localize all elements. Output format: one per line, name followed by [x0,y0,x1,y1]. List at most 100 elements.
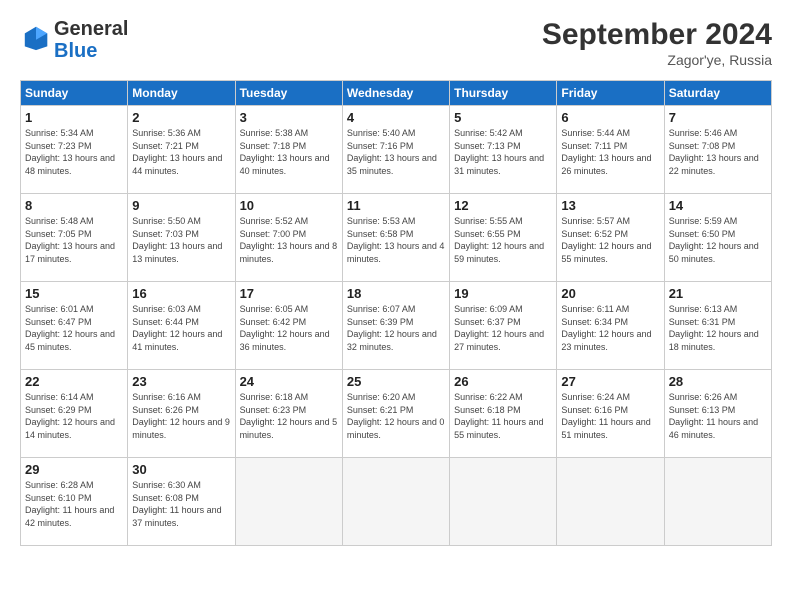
cell-info: Sunrise: 6:28 AMSunset: 6:10 PMDaylight:… [25,479,123,529]
header-tuesday: Tuesday [235,81,342,106]
table-row [342,458,449,546]
day-number: 14 [669,198,767,213]
cell-info: Sunrise: 5:38 AMSunset: 7:18 PMDaylight:… [240,127,338,177]
cell-info: Sunrise: 6:26 AMSunset: 6:13 PMDaylight:… [669,391,767,441]
table-row: 24 Sunrise: 6:18 AMSunset: 6:23 PMDaylig… [235,370,342,458]
table-row: 21 Sunrise: 6:13 AMSunset: 6:31 PMDaylig… [664,282,771,370]
cell-info: Sunrise: 6:14 AMSunset: 6:29 PMDaylight:… [25,391,123,441]
cell-info: Sunrise: 6:07 AMSunset: 6:39 PMDaylight:… [347,303,445,353]
day-number: 1 [25,110,123,125]
day-number: 3 [240,110,338,125]
table-row: 29 Sunrise: 6:28 AMSunset: 6:10 PMDaylig… [21,458,128,546]
header: General Blue September 2024 Zagor'ye, Ru… [20,18,772,68]
calendar-week-row: 22 Sunrise: 6:14 AMSunset: 6:29 PMDaylig… [21,370,772,458]
logo-general-text: General [54,18,128,40]
cell-info: Sunrise: 6:18 AMSunset: 6:23 PMDaylight:… [240,391,338,441]
title-block: September 2024 Zagor'ye, Russia [542,18,772,68]
calendar-week-row: 15 Sunrise: 6:01 AMSunset: 6:47 PMDaylig… [21,282,772,370]
cell-info: Sunrise: 5:57 AMSunset: 6:52 PMDaylight:… [561,215,659,265]
table-row: 2 Sunrise: 5:36 AMSunset: 7:21 PMDayligh… [128,106,235,194]
day-number: 2 [132,110,230,125]
cell-info: Sunrise: 5:44 AMSunset: 7:11 PMDaylight:… [561,127,659,177]
table-row: 5 Sunrise: 5:42 AMSunset: 7:13 PMDayligh… [450,106,557,194]
table-row: 3 Sunrise: 5:38 AMSunset: 7:18 PMDayligh… [235,106,342,194]
cell-info: Sunrise: 5:59 AMSunset: 6:50 PMDaylight:… [669,215,767,265]
calendar: Sunday Monday Tuesday Wednesday Thursday… [20,80,772,546]
table-row: 9 Sunrise: 5:50 AMSunset: 7:03 PMDayligh… [128,194,235,282]
header-sunday: Sunday [21,81,128,106]
header-thursday: Thursday [450,81,557,106]
calendar-header-row: Sunday Monday Tuesday Wednesday Thursday… [21,81,772,106]
day-number: 20 [561,286,659,301]
day-number: 10 [240,198,338,213]
header-friday: Friday [557,81,664,106]
table-row [557,458,664,546]
cell-info: Sunrise: 5:40 AMSunset: 7:16 PMDaylight:… [347,127,445,177]
table-row: 12 Sunrise: 5:55 AMSunset: 6:55 PMDaylig… [450,194,557,282]
day-number: 19 [454,286,552,301]
table-row: 13 Sunrise: 5:57 AMSunset: 6:52 PMDaylig… [557,194,664,282]
logo-blue-text: Blue [54,40,97,62]
calendar-week-row: 8 Sunrise: 5:48 AMSunset: 7:05 PMDayligh… [21,194,772,282]
cell-info: Sunrise: 6:01 AMSunset: 6:47 PMDaylight:… [25,303,123,353]
day-number: 25 [347,374,445,389]
header-saturday: Saturday [664,81,771,106]
table-row: 28 Sunrise: 6:26 AMSunset: 6:13 PMDaylig… [664,370,771,458]
day-number: 13 [561,198,659,213]
cell-info: Sunrise: 6:11 AMSunset: 6:34 PMDaylight:… [561,303,659,353]
cell-info: Sunrise: 6:24 AMSunset: 6:16 PMDaylight:… [561,391,659,441]
table-row [450,458,557,546]
table-row: 4 Sunrise: 5:40 AMSunset: 7:16 PMDayligh… [342,106,449,194]
cell-info: Sunrise: 6:30 AMSunset: 6:08 PMDaylight:… [132,479,230,529]
cell-info: Sunrise: 5:42 AMSunset: 7:13 PMDaylight:… [454,127,552,177]
cell-info: Sunrise: 6:05 AMSunset: 6:42 PMDaylight:… [240,303,338,353]
table-row: 20 Sunrise: 6:11 AMSunset: 6:34 PMDaylig… [557,282,664,370]
day-number: 26 [454,374,552,389]
calendar-week-row: 29 Sunrise: 6:28 AMSunset: 6:10 PMDaylig… [21,458,772,546]
cell-info: Sunrise: 5:52 AMSunset: 7:00 PMDaylight:… [240,215,338,265]
day-number: 28 [669,374,767,389]
table-row: 30 Sunrise: 6:30 AMSunset: 6:08 PMDaylig… [128,458,235,546]
day-number: 12 [454,198,552,213]
day-number: 5 [454,110,552,125]
cell-info: Sunrise: 6:16 AMSunset: 6:26 PMDaylight:… [132,391,230,441]
table-row: 6 Sunrise: 5:44 AMSunset: 7:11 PMDayligh… [557,106,664,194]
day-number: 23 [132,374,230,389]
day-number: 9 [132,198,230,213]
day-number: 29 [25,462,123,477]
header-monday: Monday [128,81,235,106]
table-row: 15 Sunrise: 6:01 AMSunset: 6:47 PMDaylig… [21,282,128,370]
day-number: 15 [25,286,123,301]
table-row: 14 Sunrise: 5:59 AMSunset: 6:50 PMDaylig… [664,194,771,282]
cell-info: Sunrise: 6:22 AMSunset: 6:18 PMDaylight:… [454,391,552,441]
day-number: 7 [669,110,767,125]
calendar-week-row: 1 Sunrise: 5:34 AMSunset: 7:23 PMDayligh… [21,106,772,194]
cell-info: Sunrise: 5:48 AMSunset: 7:05 PMDaylight:… [25,215,123,265]
cell-info: Sunrise: 6:13 AMSunset: 6:31 PMDaylight:… [669,303,767,353]
table-row [235,458,342,546]
day-number: 21 [669,286,767,301]
cell-info: Sunrise: 5:53 AMSunset: 6:58 PMDaylight:… [347,215,445,265]
day-number: 22 [25,374,123,389]
table-row: 25 Sunrise: 6:20 AMSunset: 6:21 PMDaylig… [342,370,449,458]
location: Zagor'ye, Russia [542,52,772,68]
day-number: 16 [132,286,230,301]
table-row: 11 Sunrise: 5:53 AMSunset: 6:58 PMDaylig… [342,194,449,282]
table-row: 16 Sunrise: 6:03 AMSunset: 6:44 PMDaylig… [128,282,235,370]
table-row: 17 Sunrise: 6:05 AMSunset: 6:42 PMDaylig… [235,282,342,370]
table-row: 19 Sunrise: 6:09 AMSunset: 6:37 PMDaylig… [450,282,557,370]
table-row: 1 Sunrise: 5:34 AMSunset: 7:23 PMDayligh… [21,106,128,194]
day-number: 6 [561,110,659,125]
day-number: 27 [561,374,659,389]
cell-info: Sunrise: 5:46 AMSunset: 7:08 PMDaylight:… [669,127,767,177]
day-number: 4 [347,110,445,125]
table-row: 8 Sunrise: 5:48 AMSunset: 7:05 PMDayligh… [21,194,128,282]
cell-info: Sunrise: 6:09 AMSunset: 6:37 PMDaylight:… [454,303,552,353]
table-row: 26 Sunrise: 6:22 AMSunset: 6:18 PMDaylig… [450,370,557,458]
cell-info: Sunrise: 6:03 AMSunset: 6:44 PMDaylight:… [132,303,230,353]
cell-info: Sunrise: 5:34 AMSunset: 7:23 PMDaylight:… [25,127,123,177]
cell-info: Sunrise: 6:20 AMSunset: 6:21 PMDaylight:… [347,391,445,441]
day-number: 17 [240,286,338,301]
table-row: 18 Sunrise: 6:07 AMSunset: 6:39 PMDaylig… [342,282,449,370]
table-row: 10 Sunrise: 5:52 AMSunset: 7:00 PMDaylig… [235,194,342,282]
